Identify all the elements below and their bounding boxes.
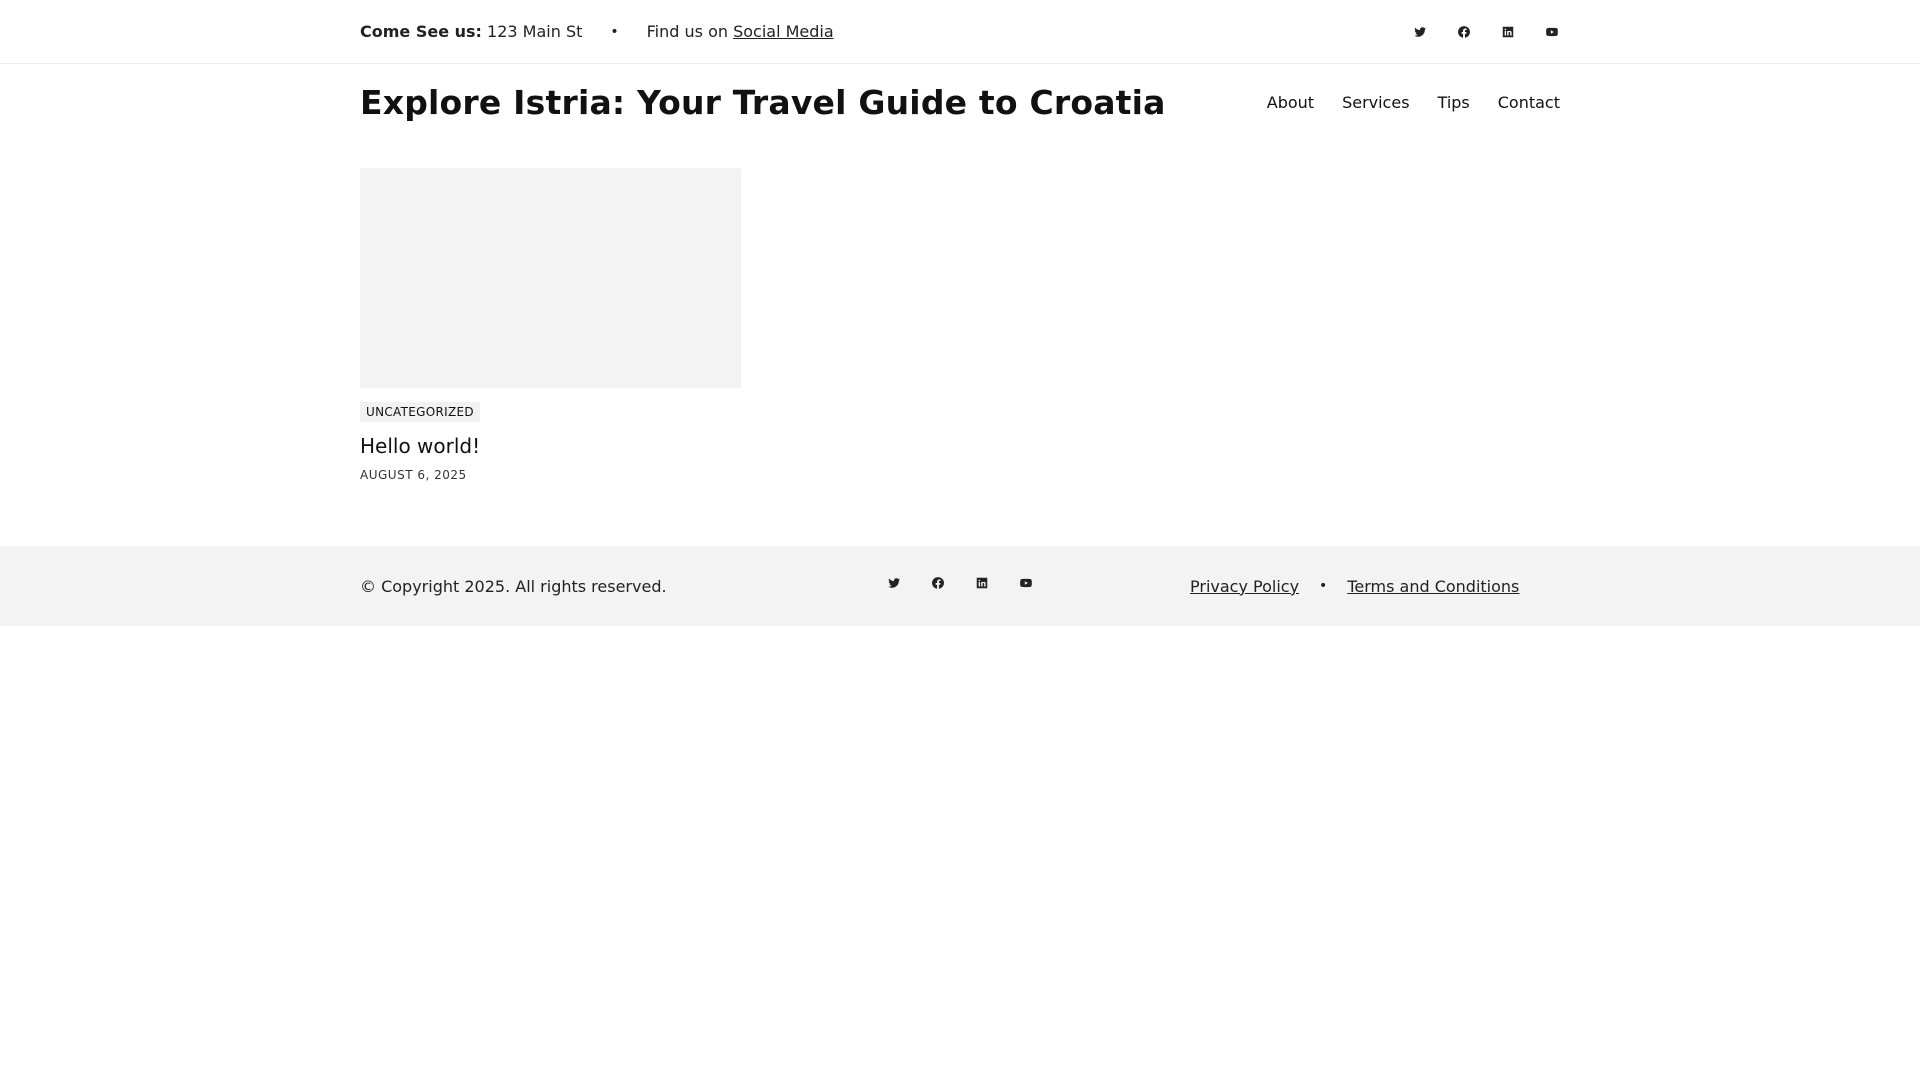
topbar-info: Come See us: 123 Main St • Find us on So… xyxy=(360,22,834,41)
linkedin-icon[interactable] xyxy=(1500,24,1516,40)
privacy-policy-link[interactable]: Privacy Policy xyxy=(1190,577,1299,596)
linkedin-icon[interactable] xyxy=(974,575,990,591)
post-title-link[interactable]: Hello world! xyxy=(360,434,480,458)
social-prefix: Find us on xyxy=(646,22,728,41)
twitter-icon[interactable] xyxy=(1412,24,1428,40)
facebook-icon[interactable] xyxy=(1456,24,1472,40)
terms-link[interactable]: Terms and Conditions xyxy=(1347,577,1519,596)
post-category[interactable]: UNCATEGORIZED xyxy=(360,402,480,422)
nav-tips[interactable]: Tips xyxy=(1438,93,1470,112)
separator-dot: • xyxy=(610,23,619,40)
address-label: Come See us: xyxy=(360,22,482,41)
top-bar: Come See us: 123 Main St • Find us on So… xyxy=(0,0,1920,64)
topbar-social-icons xyxy=(1412,24,1560,40)
post-thumbnail[interactable] xyxy=(360,168,741,388)
facebook-icon[interactable] xyxy=(930,575,946,591)
site-title[interactable]: Explore Istria: Your Travel Guide to Cro… xyxy=(360,83,1166,122)
youtube-icon[interactable] xyxy=(1544,24,1560,40)
footer-links: Privacy Policy • Terms and Conditions xyxy=(1190,577,1519,596)
post-card: UNCATEGORIZED Hello world! AUGUST 6, 202… xyxy=(360,168,741,482)
twitter-icon[interactable] xyxy=(886,575,902,591)
posts-section: UNCATEGORIZED Hello world! AUGUST 6, 202… xyxy=(0,140,1920,546)
post-date: AUGUST 6, 2025 xyxy=(360,468,467,482)
copyright-text: © Copyright 2025. All rights reserved. xyxy=(360,576,667,596)
youtube-icon[interactable] xyxy=(1018,575,1034,591)
footer-social-icons xyxy=(886,575,1190,591)
social-media-link[interactable]: Social Media xyxy=(733,22,834,41)
site-header: Explore Istria: Your Travel Guide to Cro… xyxy=(0,64,1920,140)
site-footer: © Copyright 2025. All rights reserved. P… xyxy=(0,546,1920,626)
post-title: Hello world! xyxy=(360,434,741,458)
nav-services[interactable]: Services xyxy=(1342,93,1409,112)
address-value: 123 Main St xyxy=(487,22,583,41)
main-nav: About Services Tips Contact xyxy=(1267,93,1560,112)
nav-about[interactable]: About xyxy=(1267,93,1314,112)
nav-contact[interactable]: Contact xyxy=(1498,93,1560,112)
separator-dot: • xyxy=(1319,578,1328,594)
